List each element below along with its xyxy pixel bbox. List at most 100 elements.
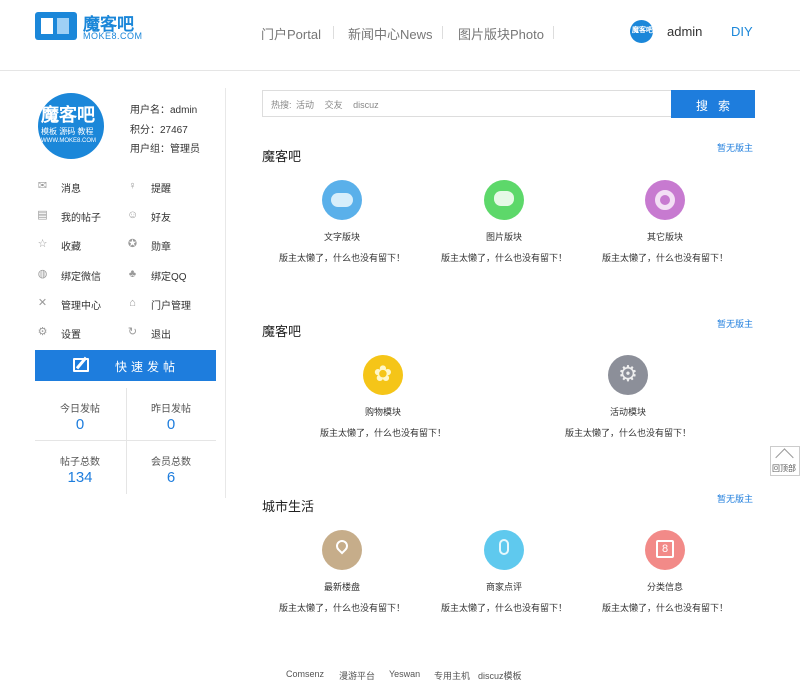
header-avatar-text: 魔客吧 [632,27,653,34]
forum-name[interactable]: 文字版块 [262,230,422,243]
sidebar-divider [225,88,226,498]
section-title[interactable]: 城市生活 [262,496,314,515]
quick-post-button[interactable]: 快速发帖 [35,350,216,381]
forum-name[interactable]: 商家点评 [424,580,584,593]
gear-icon: ⚙ [37,326,48,338]
forum-icon[interactable] [645,180,685,220]
forum-card[interactable]: ⚙ 活动模块 版主太懒了，什么也没有留下！ [548,355,708,438]
hot-search: 热搜: 活动 交友 discuz [271,98,379,111]
nav-photo[interactable]: 图片版块Photo [458,24,544,43]
hot-search-label: 热搜: [271,100,292,110]
gear-icon: ⚙ [618,361,638,386]
stat-members-value: 6 [166,469,176,486]
forum-desc: 版主太懒了，什么也没有留下！ [278,603,405,613]
forum-icon[interactable] [484,180,524,220]
footer-link[interactable]: Comsenz [286,669,324,679]
forum-desc: 版主太懒了，什么也没有留下！ [564,428,691,438]
stat-posts-value: 134 [67,469,93,486]
header-username[interactable]: admin [667,24,702,39]
forum-desc: 版主太懒了，什么也没有留下！ [440,603,567,613]
menu-label: 绑定微信 [61,272,101,283]
menu-label: 我的帖子 [61,213,101,224]
profile-group: 用户组：管理员 [130,144,200,155]
forum-card[interactable]: 8 分类信息 版主太懒了，什么也没有留下！ [585,530,745,613]
forum-icon[interactable] [322,530,362,570]
forum-card[interactable]: 文字版块 版主太懒了，什么也没有留下！ [262,180,422,263]
footer-link[interactable]: Yeswan [389,669,420,679]
footer-link[interactable]: 漫游平台 [339,669,375,682]
forum-name[interactable]: 分类信息 [585,580,745,593]
forum-name[interactable]: 图片版块 [424,230,584,243]
forum-icon[interactable]: ✿ [363,355,403,395]
forum-name[interactable]: 其它版块 [585,230,745,243]
menu-label: 提醒 [151,184,171,195]
stat-yesterday-value: 0 [166,416,176,433]
section-title[interactable]: 魔客吧 [262,146,301,165]
hot-word-activity[interactable]: 活动 [296,100,314,110]
search-input[interactable]: 热搜: 活动 交友 discuz [262,90,672,117]
nav-news[interactable]: 新闻中心News [348,24,433,43]
forum-desc: 版主太懒了，什么也没有留下！ [601,603,728,613]
section-title[interactable]: 魔客吧 [262,321,301,340]
calendar-icon: 8 [656,540,674,558]
medal-icon: ✪ [127,238,138,250]
microphone-icon [499,539,509,555]
forum-card[interactable]: 图片版块 版主太懒了，什么也没有留下！ [424,180,584,263]
footer-link[interactable]: discuz模板 [478,669,522,682]
forum-desc: 版主太懒了，什么也没有留下！ [601,253,728,263]
forum-name[interactable]: 最新楼盘 [262,580,422,593]
search-button-label: 搜索 [695,99,740,113]
diy-link[interactable]: DIY [731,24,753,39]
cloud-icon [331,193,353,207]
home-icon: ⌂ [129,297,136,309]
stat-posts-label: 帖子总数 [60,457,100,468]
stats-divider [35,440,216,441]
search-button[interactable]: 搜索 [671,90,755,118]
forum-name[interactable]: 活动模块 [548,405,708,418]
menu-label: 门户管理 [151,301,191,312]
avatar-title: 魔客吧 [41,105,95,126]
nav-divider [333,26,334,39]
edit-icon [73,358,89,372]
forum-name[interactable]: 购物模块 [303,405,463,418]
forum-icon[interactable] [484,530,524,570]
forum-card[interactable]: 最新楼盘 版主太懒了，什么也没有留下！ [262,530,422,613]
user-avatar[interactable]: 魔客吧 模板 源码 教程 WWW.MOKE8.COM [38,93,104,159]
stat-members-label: 会员总数 [151,457,191,468]
chat-icon [494,191,514,206]
menu-label: 设置 [61,330,81,341]
stat-today-value: 0 [75,416,85,433]
qq-icon: ♣ [128,268,137,280]
forum-desc: 版主太懒了，什么也没有留下！ [278,253,405,263]
header-avatar[interactable]: 魔客吧 [630,20,653,43]
forum-icon[interactable]: 8 [645,530,685,570]
site-logo[interactable]: 魔客吧 MOKE8.COM [35,12,145,42]
forum-desc: 版主太懒了，什么也没有留下！ [440,253,567,263]
nav-divider [442,26,443,39]
user-icon: ☺ [127,209,139,221]
forum-card[interactable]: 其它版块 版主太懒了，什么也没有留下！ [585,180,745,263]
hot-word-discuz[interactable]: discuz [353,100,379,110]
profile-username: 用户名：admin [130,105,198,116]
menu-label: 绑定QQ [151,272,187,283]
section-moderator: 暂无版主 [717,143,754,153]
avatar-subtitle: 模板 源码 教程 [41,127,94,136]
forum-card[interactable]: 商家点评 版主太懒了，什么也没有留下！ [424,530,584,613]
forum-icon[interactable]: ⚙ [608,355,648,395]
star-icon: ☆ [37,238,48,250]
location-icon [333,537,351,555]
hot-word-friends[interactable]: 交友 [325,100,343,110]
forum-card[interactable]: ✿ 购物模块 版主太懒了，什么也没有留下！ [303,355,463,438]
logo-domain: MOKE8.COM [83,31,143,41]
menu-label: 好友 [151,213,171,224]
stat-today-label: 今日发帖 [60,404,100,415]
avatar-url: WWW.MOKE8.COM [41,138,96,144]
document-icon: ▤ [37,209,48,221]
forum-desc: 版主太懒了，什么也没有留下！ [319,428,446,438]
nav-portal[interactable]: 门户Portal [261,24,321,43]
forum-icon[interactable] [322,180,362,220]
footer-link[interactable]: 专用主机 [434,669,470,682]
wechat-icon: ◍ [37,268,48,280]
logout-icon: ↻ [127,326,138,338]
back-to-top-button[interactable]: 回顶部 [770,446,800,476]
